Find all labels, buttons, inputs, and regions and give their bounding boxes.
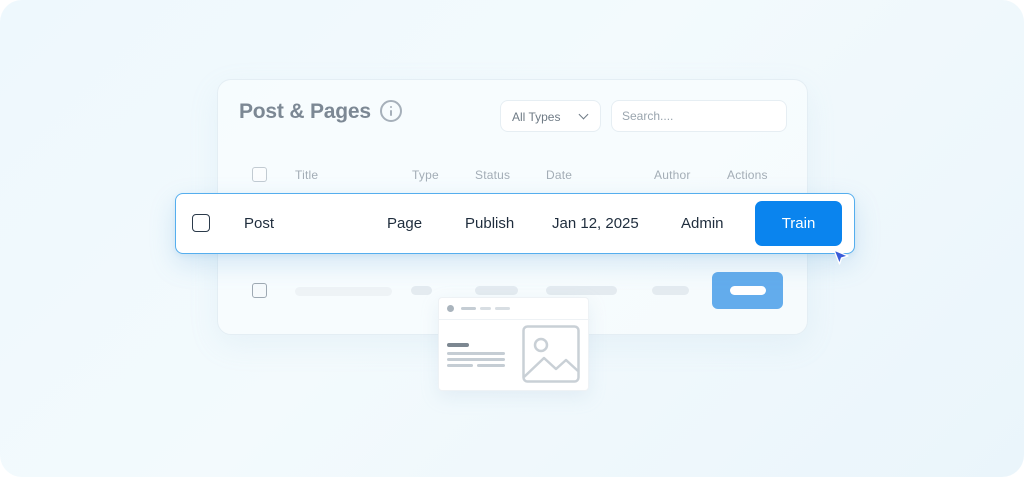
- column-header-type: Type: [412, 168, 439, 182]
- chevron-down-icon: [578, 109, 589, 120]
- page-title: Post & Pages: [239, 100, 371, 123]
- column-header-title: Title: [295, 168, 319, 182]
- highlighted-table-row[interactable]: Post Page Publish Jan 12, 2025 Admin Tra…: [175, 193, 855, 254]
- preview-divider: [439, 319, 590, 320]
- preview-tab-bar: [461, 307, 476, 310]
- row-author: Admin: [681, 215, 724, 232]
- search-input[interactable]: [611, 100, 787, 132]
- preview-text-line: [447, 358, 505, 361]
- type-filter-select[interactable]: All Types: [500, 100, 601, 132]
- preview-text-line: [447, 364, 473, 367]
- preview-heading-line: [447, 343, 469, 347]
- row-date: Jan 12, 2025: [552, 215, 639, 232]
- info-icon[interactable]: [380, 100, 402, 122]
- row-checkbox[interactable]: [192, 214, 210, 232]
- skeleton-type: [411, 286, 432, 295]
- column-header-status: Status: [475, 168, 511, 182]
- preview-text-line: [447, 352, 505, 355]
- document-preview-illustration: [438, 297, 590, 391]
- preview-tab-bar: [480, 307, 491, 310]
- column-header-date: Date: [546, 168, 573, 182]
- row-checkbox[interactable]: [252, 283, 267, 298]
- preview-text-line: [477, 364, 505, 367]
- row-title: Post: [244, 215, 275, 232]
- skeleton-status: [475, 286, 518, 295]
- cursor-icon: [833, 249, 849, 265]
- preview-tab-bar: [495, 307, 510, 310]
- stage: Post & Pages All Types Title Type Status…: [0, 0, 1024, 477]
- skeleton-button-label: [730, 286, 766, 295]
- type-filter-value: All Types: [512, 110, 561, 124]
- preview-dot: [447, 305, 454, 312]
- train-button[interactable]: Train: [755, 201, 842, 246]
- column-header-actions: Actions: [727, 168, 768, 182]
- column-header-author: Author: [654, 168, 691, 182]
- row-type: Page: [387, 215, 423, 232]
- skeleton-action-button[interactable]: [712, 272, 783, 309]
- skeleton-author: [652, 286, 689, 295]
- row-status: Publish: [465, 215, 515, 232]
- skeleton-date: [546, 286, 617, 295]
- image-icon: [522, 325, 580, 383]
- skeleton-title: [295, 287, 392, 296]
- select-all-checkbox[interactable]: [252, 167, 267, 182]
